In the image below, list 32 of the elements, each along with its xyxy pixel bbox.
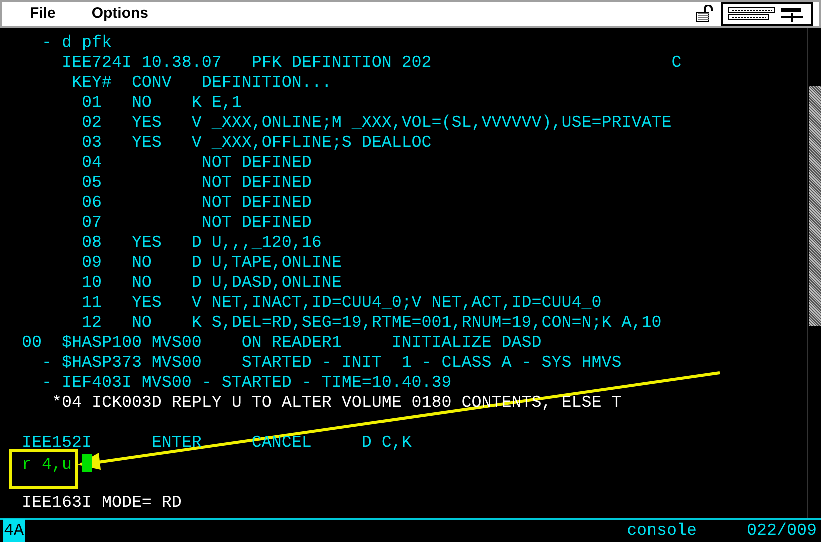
cursor-position: 022/009 <box>747 520 818 542</box>
console-line: 08 YES D U,,,_120,16 <box>80 234 322 254</box>
console-line: 12 NO K S,DEL=RD,SEG=19,RTME=001,RNUM=19,CON=N;K A,10 <box>80 314 662 334</box>
console-line: KEY# CONV DEFINITION... <box>70 74 332 94</box>
status-indicator: 4A <box>3 518 25 542</box>
menu-item[interactable]: Options <box>92 2 149 26</box>
menu-item[interactable]: File <box>30 2 56 26</box>
console-line: 01 NO K E,1 <box>80 94 242 114</box>
console-line: IEE163I MODE= RD <box>20 494 182 514</box>
console-line: 07 NOT DEFINED <box>80 214 312 234</box>
console-line: 05 NOT DEFINED <box>80 174 312 194</box>
console-line: - IEF403I MVS00 - STARTED - TIME=10.40.39 <box>40 374 452 394</box>
highlight-box <box>10 450 78 490</box>
text-cursor <box>82 454 92 472</box>
console-line: 02 YES V _XXX,ONLINE;M _XXX,VOL=(SL,VVVVVV),USE=PRIVATE <box>80 114 672 134</box>
command-input[interactable]: r 4,u <box>22 456 72 476</box>
keyboard-button[interactable] <box>721 2 813 26</box>
console-line: 06 NOT DEFINED <box>80 194 312 214</box>
console-line: 09 NO D U,TAPE,ONLINE <box>80 254 342 274</box>
console-line: 11 YES V NET,INACT,ID=CUU4_0;V NET,ACT,ID=CUU4_0 <box>80 294 602 314</box>
scroll-thumb[interactable] <box>809 86 821 326</box>
console-line: - $HASP373 MVS00 STARTED - INIT 1 - CLASS A - SYS HMVS <box>40 354 622 374</box>
console-line: 10 NO D U,DASD,ONLINE <box>80 274 342 294</box>
console-line: 03 YES V _XXX,OFFLINE;S DEALLOC <box>80 134 432 154</box>
console-line: - d pfk <box>40 34 112 54</box>
console-line: 00 $HASP100 MVS00 ON READER1 INITIALIZE DASD <box>20 334 542 354</box>
lock-icon[interactable] <box>695 5 715 23</box>
console-line: IEE152I ENTER CANCEL D C,K <box>20 434 412 454</box>
scrollbar[interactable] <box>807 28 821 518</box>
console-line: 04 NOT DEFINED <box>80 154 312 174</box>
session-name: console <box>627 520 698 542</box>
console-line: IEE724I 10.38.07 PFK DEFINITION 202 C <box>60 54 682 74</box>
